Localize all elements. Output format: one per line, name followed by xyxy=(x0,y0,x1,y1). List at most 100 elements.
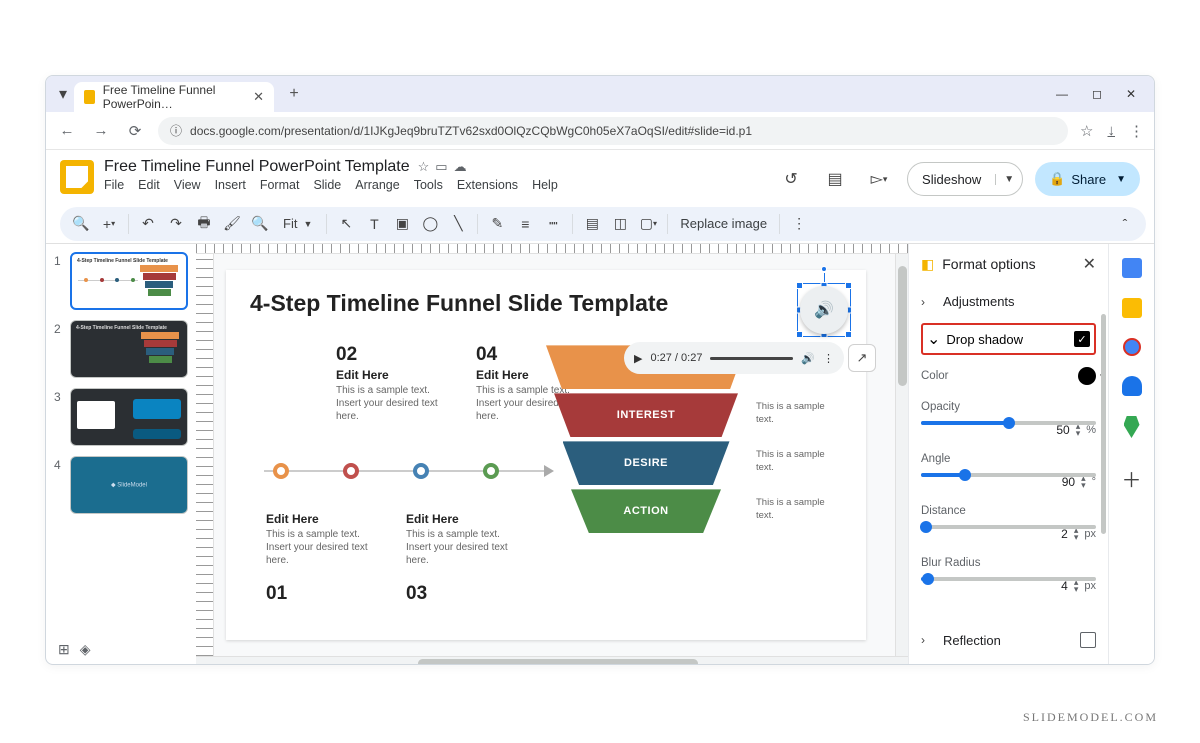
funnel-seg-desire[interactable]: DESIRE xyxy=(563,441,730,485)
textbox-icon[interactable]: T xyxy=(361,211,387,237)
resize-handle[interactable] xyxy=(845,331,852,338)
resize-handle[interactable] xyxy=(796,282,803,289)
horizontal-scrollbar[interactable] xyxy=(196,656,908,664)
slide-title[interactable]: 4-Step Timeline Funnel Slide Template xyxy=(250,290,842,317)
timeline-block-01[interactable]: Edit Here This is a sample text. Insert … xyxy=(266,510,381,605)
contacts-icon[interactable] xyxy=(1122,376,1142,396)
search-icon[interactable]: 🔍 xyxy=(68,211,94,237)
print-icon[interactable]: 🖶 xyxy=(191,211,217,237)
funnel-label-4[interactable]: This is a sample text. xyxy=(756,497,826,522)
distance-value[interactable]: 2 xyxy=(1061,527,1068,541)
meet-icon[interactable]: ▻▾ xyxy=(863,163,895,195)
cloud-status-icon[interactable]: ☁ xyxy=(454,159,467,175)
menu-file[interactable]: File xyxy=(104,178,124,192)
tab-list-dropdown[interactable]: ▾ xyxy=(52,83,74,105)
addons-plus-icon[interactable]: ＋ xyxy=(1122,464,1142,493)
close-window-icon[interactable]: ✕ xyxy=(1126,87,1136,101)
border-dash-icon[interactable]: ┉ xyxy=(540,211,566,237)
collapse-toolbar-icon[interactable]: ˆ xyxy=(1112,211,1138,237)
drop-shadow-checkbox[interactable]: ✓ xyxy=(1074,331,1090,347)
overflow-icon[interactable]: ⋮ xyxy=(1129,122,1144,140)
timeline-node-3[interactable] xyxy=(413,463,429,479)
timeline-node-2[interactable] xyxy=(343,463,359,479)
stepper-icon[interactable]: ▴▾ xyxy=(1081,475,1086,489)
maps-icon[interactable] xyxy=(1124,416,1140,438)
line-icon[interactable]: ╲ xyxy=(445,211,471,237)
reload-icon[interactable]: ⟳ xyxy=(124,120,146,142)
panel-scrollbar[interactable] xyxy=(1101,314,1106,534)
slides-logo-icon[interactable] xyxy=(60,160,94,194)
section-adjustments[interactable]: › Adjustments xyxy=(921,288,1096,315)
calendar-icon[interactable] xyxy=(1122,258,1142,278)
doc-title[interactable]: Free Timeline Funnel PowerPoint Template xyxy=(104,158,410,176)
slide-thumbnail-4[interactable]: ◆ SlideModel xyxy=(70,456,188,514)
menu-insert[interactable]: Insert xyxy=(215,178,246,192)
zoom-icon[interactable]: 🔍 xyxy=(247,211,273,237)
angle-value[interactable]: 90 xyxy=(1062,475,1075,489)
menu-slide[interactable]: Slide xyxy=(313,178,341,192)
menu-edit[interactable]: Edit xyxy=(138,178,160,192)
slide-thumbnail-3[interactable] xyxy=(70,388,188,446)
menu-format[interactable]: Format xyxy=(260,178,300,192)
section-reflection[interactable]: › Reflection xyxy=(921,626,1096,654)
forward-icon[interactable]: → xyxy=(90,120,112,142)
select-icon[interactable]: ↖ xyxy=(333,211,359,237)
undo-icon[interactable]: ↶ xyxy=(135,211,161,237)
blur-value[interactable]: 4 xyxy=(1061,579,1068,593)
maximize-icon[interactable]: ◻ xyxy=(1092,87,1102,101)
distance-slider[interactable] xyxy=(921,525,1096,529)
funnel-label-2[interactable]: This is a sample text. xyxy=(756,401,826,426)
color-picker[interactable] xyxy=(1078,367,1096,385)
new-tab-button[interactable]: + xyxy=(280,80,308,108)
mask-icon[interactable]: ▢▾ xyxy=(635,211,661,237)
back-icon[interactable]: ← xyxy=(56,120,78,142)
move-icon[interactable]: ▭ xyxy=(435,159,447,175)
slide-area[interactable]: 4-Step Timeline Funnel Slide Template 02… xyxy=(214,254,895,656)
menu-arrange[interactable]: Arrange xyxy=(355,178,399,192)
paint-format-icon[interactable]: 🖌 xyxy=(219,211,245,237)
zoom-fit-dropdown[interactable]: Fit▼ xyxy=(275,216,320,231)
image-icon[interactable]: ▣ xyxy=(389,211,415,237)
border-color-icon[interactable]: ✎ xyxy=(484,211,510,237)
keep-icon[interactable] xyxy=(1122,298,1142,318)
timeline-block-02[interactable]: 02 Edit Here This is a sample text. Inse… xyxy=(336,344,451,423)
slide-canvas[interactable]: 4-Step Timeline Funnel Slide Template 02… xyxy=(226,270,866,640)
site-info-icon[interactable]: ⓘ xyxy=(170,122,182,139)
popout-icon[interactable]: ↗ xyxy=(848,344,876,372)
stepper-icon[interactable]: ▴▾ xyxy=(1076,423,1081,437)
explore-icon[interactable]: ◈ xyxy=(80,641,91,658)
angle-slider[interactable] xyxy=(921,473,1096,477)
menu-help[interactable]: Help xyxy=(532,178,558,192)
toolbar-overflow-icon[interactable]: ⋮ xyxy=(786,211,812,237)
reflection-checkbox[interactable] xyxy=(1080,632,1096,648)
shape-icon[interactable]: ◯ xyxy=(417,211,443,237)
funnel-seg-action[interactable]: ACTION xyxy=(571,489,721,533)
replace-image-button[interactable]: Replace image xyxy=(674,216,773,231)
section-drop-shadow[interactable]: ⌄ Drop shadow ✓ xyxy=(921,323,1096,355)
funnel-seg-interest[interactable]: INTEREST xyxy=(554,393,738,437)
grid-view-icon[interactable]: ⊞ xyxy=(58,641,70,658)
audio-player[interactable]: ▶ 0:27 / 0:27 🔊 ⋮ xyxy=(624,342,844,374)
stepper-icon[interactable]: ▴▾ xyxy=(1074,527,1079,541)
opacity-slider[interactable] xyxy=(921,421,1096,425)
new-slide-icon[interactable]: +▾ xyxy=(96,211,122,237)
stepper-icon[interactable]: ▴▾ xyxy=(1074,579,1079,593)
slideshow-dropdown-icon[interactable]: ▼ xyxy=(995,174,1022,185)
funnel-label-3[interactable]: This is a sample text. xyxy=(756,449,826,474)
resize-handle[interactable] xyxy=(796,331,803,338)
close-tab-icon[interactable]: ✕ xyxy=(253,89,264,105)
slide-thumbnail-1[interactable]: 4-Step Timeline Funnel Slide Template xyxy=(70,252,188,310)
browser-tab[interactable]: Free Timeline Funnel PowerPoin… ✕ xyxy=(74,82,274,112)
menu-extensions[interactable]: Extensions xyxy=(457,178,518,192)
play-icon[interactable]: ▶ xyxy=(634,352,642,365)
audio-overflow-icon[interactable]: ⋮ xyxy=(823,352,834,365)
share-dropdown-icon[interactable]: ▼ xyxy=(1116,174,1126,185)
history-icon[interactable]: ↺ xyxy=(775,163,807,195)
timeline-node-1[interactable] xyxy=(273,463,289,479)
opacity-value[interactable]: 50 xyxy=(1056,423,1069,437)
border-weight-icon[interactable]: ≡ xyxy=(512,211,538,237)
audio-object-selection[interactable]: 🔊 xyxy=(800,286,848,334)
redo-icon[interactable]: ↷ xyxy=(163,211,189,237)
close-panel-icon[interactable]: ✕ xyxy=(1083,254,1096,274)
blur-slider[interactable] xyxy=(921,577,1096,581)
